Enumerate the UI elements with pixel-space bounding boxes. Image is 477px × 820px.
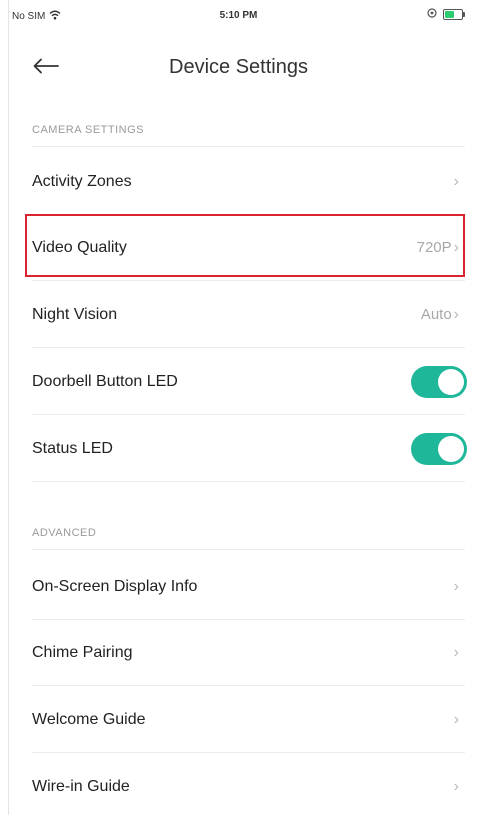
doorbell-led-toggle[interactable] xyxy=(411,365,467,398)
chevron-right-icon: › xyxy=(453,778,459,795)
status-led-toggle[interactable] xyxy=(411,432,467,465)
page-title: Device Settings xyxy=(169,56,308,78)
frame-edge xyxy=(8,0,9,815)
row-label: Activity Zones xyxy=(32,172,132,190)
row-welcome-guide[interactable]: Welcome Guide › xyxy=(32,687,465,753)
nav-header: Device Settings xyxy=(0,40,477,96)
divider xyxy=(32,549,465,550)
chevron-right-icon: › xyxy=(453,577,459,595)
row-label: Night Vision xyxy=(32,305,118,323)
row-right: › xyxy=(454,578,459,596)
chevron-right-icon: › xyxy=(453,305,459,323)
chevron-right-icon: › xyxy=(453,643,459,661)
toggle-knob xyxy=(438,368,464,395)
row-on-screen-display-info[interactable]: On-Screen Display Info › xyxy=(32,554,465,620)
row-right: › xyxy=(454,644,459,662)
status-right xyxy=(427,8,465,21)
chevron-right-icon: › xyxy=(453,710,459,728)
row-right: 720P › xyxy=(417,239,459,257)
chevron-right-icon: › xyxy=(453,172,459,190)
orientation-lock-icon xyxy=(427,8,437,21)
row-video-quality[interactable]: Video Quality 720P › xyxy=(32,215,465,281)
row-status-led: Status LED xyxy=(32,416,467,482)
row-right: › xyxy=(454,778,459,796)
row-night-vision[interactable]: Night Vision Auto › xyxy=(32,282,465,348)
row-doorbell-button-led: Doorbell Button LED xyxy=(32,349,467,415)
row-wire-in-guide[interactable]: Wire-in Guide › xyxy=(32,754,465,820)
row-label: Video Quality xyxy=(32,238,127,256)
row-right: Auto › xyxy=(421,306,459,324)
row-label: Wire-in Guide xyxy=(32,778,130,795)
row-label: Status LED xyxy=(32,439,113,457)
row-activity-zones[interactable]: Activity Zones › xyxy=(32,149,465,215)
status-bar: No SIM 5:10 PM xyxy=(0,0,477,34)
video-quality-value: 720P xyxy=(416,239,452,256)
chevron-right-icon: › xyxy=(453,238,459,256)
status-time: 5:10 PM xyxy=(219,10,258,21)
row-chime-pairing[interactable]: Chime Pairing › xyxy=(32,620,465,686)
row-label: Welcome Guide xyxy=(32,710,146,728)
night-vision-value: Auto xyxy=(420,306,452,323)
row-right: › xyxy=(454,173,459,191)
section-header-advanced: ADVANCED xyxy=(32,527,97,539)
section-header-camera: CAMERA SETTINGS xyxy=(32,124,145,136)
divider xyxy=(32,146,465,147)
toggle-knob xyxy=(438,435,464,462)
row-label: Chime Pairing xyxy=(32,643,133,661)
row-label: On-Screen Display Info xyxy=(32,577,198,595)
battery-icon xyxy=(443,9,465,20)
row-right: › xyxy=(454,711,459,729)
row-label: Doorbell Button LED xyxy=(32,372,178,390)
